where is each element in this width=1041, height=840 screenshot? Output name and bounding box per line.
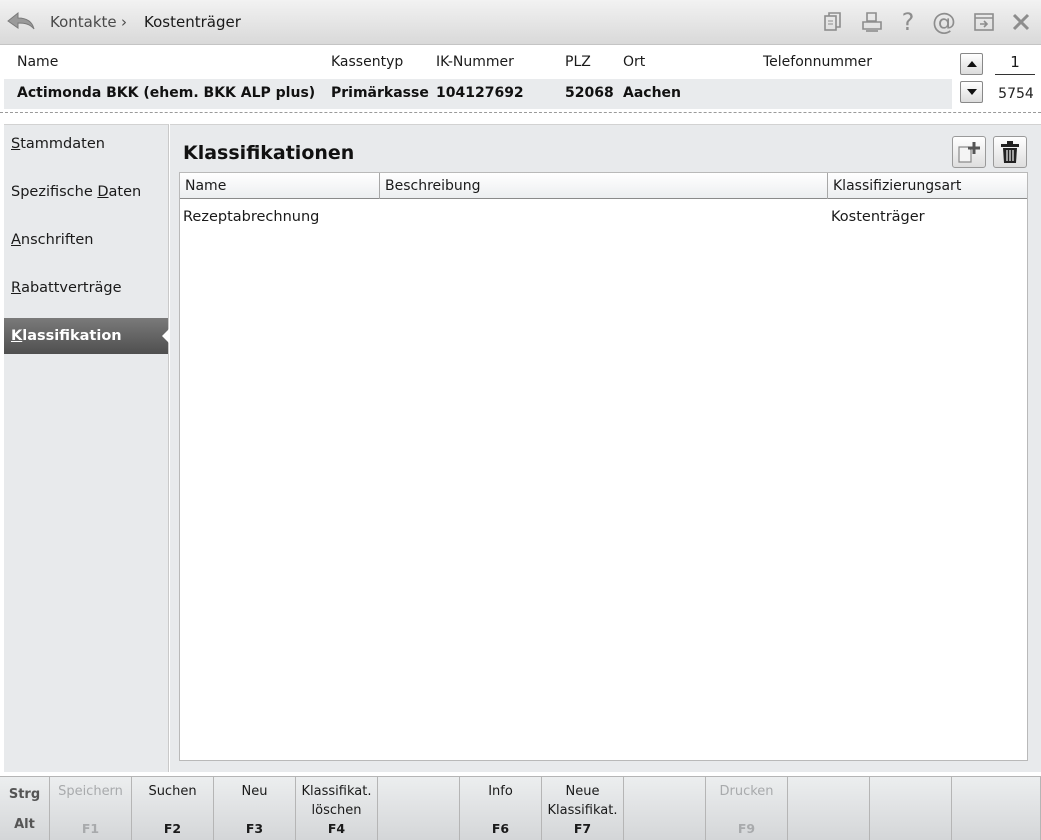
fkey-button-8[interactable] (624, 777, 706, 840)
title-bar: Kontakte › Kostenträger ? @ (0, 0, 1041, 45)
sidebar-item-klassifikation[interactable]: Klassifikation (4, 318, 169, 354)
fkey-shortcut: F1 (81, 821, 100, 836)
record-index: 1 (995, 53, 1035, 75)
record-header (0, 45, 1041, 79)
breadcrumb-current: Kostenträger (144, 13, 241, 31)
fkey-label: Drucken (719, 784, 774, 799)
fkey-button-4[interactable]: Klassifikat. löschen F4 (296, 777, 378, 840)
sidebar-item-stammdaten[interactable]: Stammdaten (4, 126, 168, 162)
fkey-button-3[interactable]: Neu F3 (214, 777, 296, 840)
header-label-telefon: Telefonnummer (763, 54, 873, 70)
fkey-label: Neue Klassifikat. (547, 784, 618, 818)
header-label-plz: PLZ (565, 54, 591, 70)
previous-record-button[interactable] (960, 53, 983, 75)
header-label-ik: IK-Nummer (436, 54, 514, 70)
printer-icon[interactable] (858, 8, 886, 36)
column-header-klassifizierungsart[interactable]: Klassifizierungsart (828, 173, 1027, 199)
fkey-label: Speichern (58, 784, 123, 799)
close-icon[interactable] (1007, 8, 1035, 36)
help-icon[interactable]: ? (894, 8, 922, 36)
fkey-button-11[interactable] (870, 777, 952, 840)
email-icon[interactable]: @ (930, 8, 958, 36)
fkey-label: Info (488, 784, 513, 799)
header-label-ort: Ort (623, 54, 646, 70)
triangle-down-icon (966, 89, 977, 95)
sidebar: Stammdaten Spezifische Daten Anschriften… (4, 124, 169, 772)
record-total: 5754 (998, 86, 1034, 102)
sidebar-item-anschriften[interactable]: Anschriften (4, 222, 168, 258)
modifier-keys: Strg Alt (0, 777, 50, 840)
fkey-shortcut: F3 (245, 821, 264, 836)
cell-klassifizierungsart: Kostenträger (831, 209, 925, 225)
fkey-button-5[interactable] (378, 777, 460, 840)
fkey-label: Suchen (148, 784, 197, 799)
fkey-label: Neu (241, 784, 268, 799)
breadcrumb-separator: › (121, 13, 127, 31)
record-name: Actimonda BKK (ehem. BKK ALP plus) (17, 85, 316, 101)
column-header-beschreibung[interactable]: Beschreibung (380, 173, 828, 199)
sidebar-item-spezifische-daten[interactable]: Spezifische Daten (4, 174, 168, 210)
back-arrow-icon[interactable] (6, 9, 36, 35)
fkey-shortcut: F6 (491, 821, 510, 836)
panel-title: Klassifikationen (183, 142, 355, 164)
fkey-button-7[interactable]: Neue Klassifikat. F7 (542, 777, 624, 840)
fkey-shortcut: F2 (163, 821, 182, 836)
classification-table: Name Beschreibung Klassifizierungsart Re… (179, 172, 1028, 761)
function-key-bar: Strg Alt Speichern F1 Suchen F2 Neu F3 Klassif… (0, 776, 1041, 840)
fkey-button-6[interactable]: Info F6 (460, 777, 542, 840)
header-label-kassentyp: Kassentyp (331, 54, 404, 70)
triangle-up-icon (966, 61, 977, 67)
documents-icon[interactable] (819, 8, 847, 36)
column-header-name[interactable]: Name (180, 173, 380, 199)
record-ik: 104127692 (436, 85, 524, 101)
header-label-name: Name (17, 54, 59, 70)
record-ort: Aachen (623, 85, 682, 101)
next-record-button[interactable] (960, 81, 983, 103)
fkey-shortcut: F9 (737, 821, 756, 836)
fkey-label: Klassifikat. löschen (301, 784, 372, 818)
header-divider (0, 112, 1041, 113)
table-row[interactable]: Rezeptabrechnung Kostenträger (180, 203, 1027, 227)
record-kassentyp: Primärkasse (331, 85, 429, 101)
trash-icon (1001, 141, 1019, 163)
record-plz: 52068 (565, 85, 614, 101)
fkey-button-12[interactable] (952, 777, 1041, 840)
delete-classification-button[interactable] (993, 136, 1027, 168)
fkey-button-1[interactable]: Speichern F1 (50, 777, 132, 840)
add-classification-button[interactable] (952, 136, 986, 168)
window-switch-icon[interactable] (970, 8, 998, 36)
new-document-icon (958, 142, 980, 163)
fkey-button-10[interactable] (788, 777, 870, 840)
table-header: Name Beschreibung Klassifizierungsart (180, 173, 1027, 199)
modifier-strg[interactable]: Strg (0, 787, 49, 802)
modifier-alt[interactable]: Alt (0, 817, 49, 832)
cell-name: Rezeptabrechnung (183, 209, 320, 225)
fkey-shortcut: F7 (573, 821, 592, 836)
fkey-button-2[interactable]: Suchen F2 (132, 777, 214, 840)
sidebar-item-rabattvertraege[interactable]: Rabattverträge (4, 270, 168, 306)
fkey-shortcut: F4 (327, 821, 346, 836)
breadcrumb-parent[interactable]: Kontakte (50, 13, 117, 31)
fkey-button-9[interactable]: Drucken F9 (706, 777, 788, 840)
